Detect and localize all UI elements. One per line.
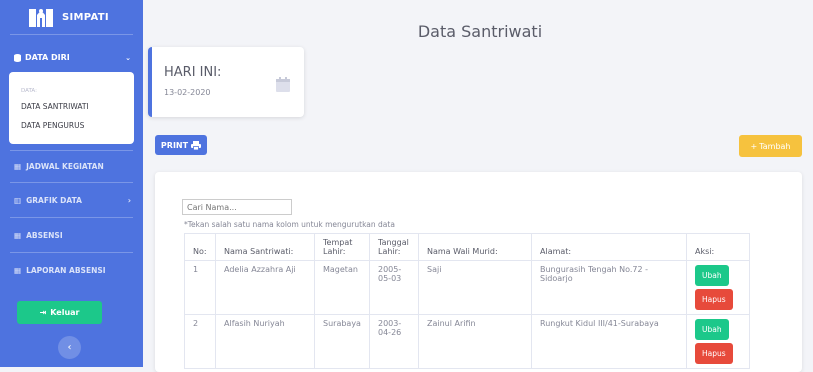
today-label: HARI INI: [164, 65, 222, 80]
santriwati-table: No: Nama Santriwati: Tempat Lahir: Tangg… [184, 233, 750, 369]
col-header-tanggal[interactable]: Tanggal Lahir: [369, 233, 419, 261]
nav-jadwal-label: JADWAL KEGIATAN [26, 161, 104, 171]
school-logo-icon [29, 9, 53, 27]
sort-hint: *Tekan salah satu nama kolom untuk mengu… [184, 220, 395, 229]
submenu-data: DATA: DATA SANTRIWATI DATA PENGURUS [9, 72, 134, 144]
add-label: Tambah [759, 141, 791, 151]
nav-grafik-data[interactable]: ▥ GRAFIK DATA › [0, 190, 143, 210]
col-header-aksi[interactable]: Aksi: [686, 233, 750, 261]
cell-no: 2 [184, 314, 216, 369]
print-button[interactable]: PRINT [155, 135, 207, 155]
table-row: 2 Alfasih Nuriyah Surabaya 2003-04-26 Za… [184, 314, 750, 369]
calendar-icon [276, 77, 290, 92]
nav-jadwal-kegiatan[interactable]: ▦ JADWAL KEGIATAN [0, 156, 143, 176]
plus-icon: + [750, 141, 758, 151]
nav-data-diri[interactable]: DATA DIRI ⌄ [0, 35, 143, 72]
cell-tanggal: 2005-05-03 [369, 260, 419, 315]
calendar-icon: ▦ [14, 230, 22, 240]
chevron-down-icon: ⌄ [125, 53, 131, 62]
brand-name: SIMPATI [62, 11, 109, 23]
cell-nama: Alfasih Nuriyah [215, 314, 315, 369]
search-input[interactable] [182, 199, 292, 215]
table-row: 1 Adelia Azzahra Aji Magetan 2005-05-03 … [184, 260, 750, 315]
sidebar-toggle-button[interactable]: ‹ [58, 336, 81, 359]
nav-grafik-label: GRAFIK DATA [26, 195, 82, 205]
col-header-nama[interactable]: Nama Santriwati: [215, 233, 315, 261]
submenu-header: DATA: [21, 88, 37, 94]
add-button[interactable]: + Tambah [739, 135, 802, 157]
submenu-item-pengurus[interactable]: DATA PENGURUS [9, 116, 134, 135]
cell-aksi: Ubah Hapus [686, 260, 750, 315]
col-header-alamat[interactable]: Alamat: [531, 233, 687, 261]
delete-button[interactable]: Hapus [695, 289, 733, 310]
today-card: HARI INI: 13-02-2020 [148, 47, 304, 117]
cell-wali: Zainul Arifin [418, 314, 532, 369]
nav-absensi[interactable]: ▦ ABSENSI [0, 225, 143, 245]
brand[interactable]: SIMPATI [0, 0, 143, 34]
cell-alamat: Bungurasih Tengah No.72 - Sidoarjo [531, 260, 687, 315]
logout-label: Keluar [50, 308, 80, 317]
cell-nama: Adelia Azzahra Aji [215, 260, 315, 315]
submenu-item-santriwati[interactable]: DATA SANTRIWATI [9, 97, 134, 116]
cell-tempat: Surabaya [314, 314, 370, 369]
table-header-row: No: Nama Santriwati: Tempat Lahir: Tangg… [184, 233, 750, 261]
delete-button[interactable]: Hapus [695, 343, 733, 364]
edit-button[interactable]: Ubah [695, 265, 729, 286]
col-header-wali[interactable]: Nama Wali Murid: [418, 233, 532, 261]
col-header-no[interactable]: No: [184, 233, 216, 261]
nav-laporan-label: LAPORAN ABSENSI [26, 265, 106, 275]
calendar-icon: ▦ [14, 161, 22, 171]
logout-icon: ⇥ [39, 308, 47, 317]
table-card: *Tekan salah satu nama kolom untuk mengu… [155, 172, 802, 372]
col-header-tempat[interactable]: Tempat Lahir: [314, 233, 370, 261]
cell-aksi: Ubah Hapus [686, 314, 750, 369]
today-date: 13-02-2020 [164, 88, 211, 97]
chevron-right-icon: › [127, 195, 131, 205]
sidebar: SIMPATI DATA DIRI ⌄ DATA: DATA SANTRIWAT… [0, 0, 143, 367]
cell-tanggal: 2003-04-26 [369, 314, 419, 369]
cell-no: 1 [184, 260, 216, 315]
chart-icon: ▥ [14, 195, 22, 205]
printer-icon [191, 140, 202, 150]
cell-alamat: Rungkut Kidul III/41-Surabaya [531, 314, 687, 369]
page-title: Data Santriwati [417, 22, 543, 41]
database-icon [14, 53, 21, 62]
nav-laporan-absensi[interactable]: ▦ LAPORAN ABSENSI [0, 260, 143, 280]
edit-button[interactable]: Ubah [695, 319, 729, 340]
cell-tempat: Magetan [314, 260, 370, 315]
nav-absensi-label: ABSENSI [26, 230, 63, 240]
logout-button[interactable]: ⇥ Keluar [17, 301, 102, 324]
print-label: PRINT [160, 140, 189, 150]
calendar-icon: ▦ [14, 265, 22, 275]
nav-data-diri-label: DATA DIRI [25, 53, 70, 62]
cell-wali: Saji [418, 260, 532, 315]
